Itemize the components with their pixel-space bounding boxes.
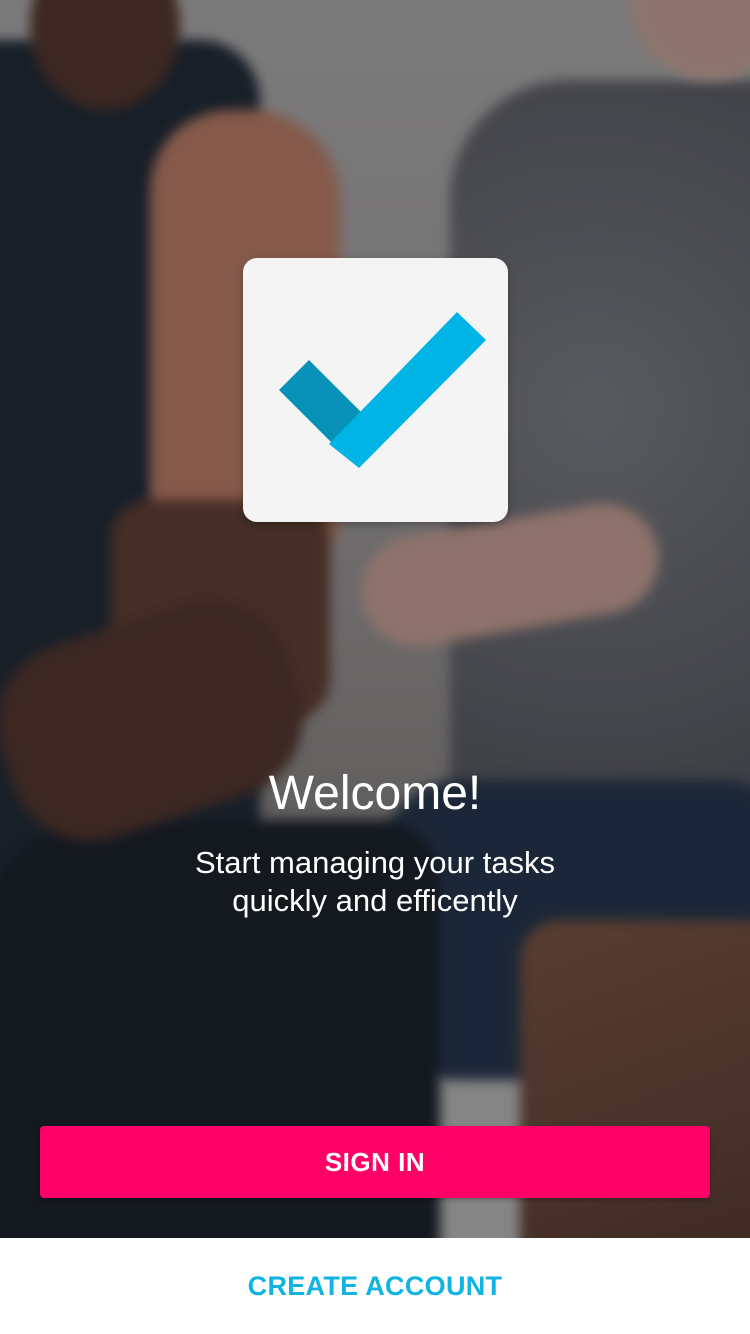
create-account-button[interactable]: CREATE ACCOUNT: [0, 1238, 750, 1334]
subtitle-line-2: quickly and efficently: [232, 883, 518, 918]
sign-in-button[interactable]: SIGN IN: [40, 1126, 710, 1198]
welcome-screen: Welcome! Start managing your tasks quick…: [0, 0, 750, 1334]
welcome-subtitle: Start managing your tasks quickly and ef…: [150, 844, 600, 920]
checkmark-icon: [279, 312, 486, 468]
background-photo: [0, 0, 750, 1238]
bottom-bar: CREATE ACCOUNT: [0, 1238, 750, 1334]
app-logo: [243, 258, 508, 522]
welcome-title: Welcome!: [268, 767, 482, 820]
dark-overlay: [0, 0, 750, 1238]
subtitle-line-1: Start managing your tasks: [194, 845, 556, 880]
